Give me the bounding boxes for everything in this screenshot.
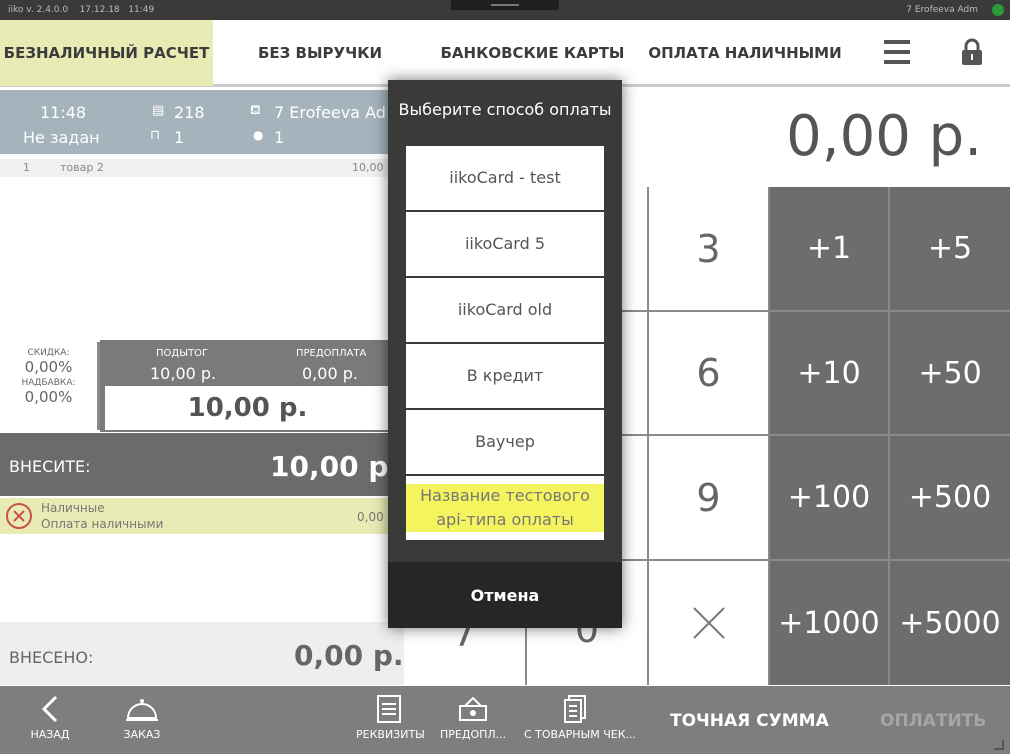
waiter-name: 7 Erofeeva Adm [274, 103, 386, 122]
subtotal-label: ПОДЫТОГ [156, 348, 209, 359]
requisites-button[interactable]: РЕКВИЗИТЫ [356, 694, 425, 741]
tab-no-revenue[interactable]: БЕЗ ВЫРУЧКИ [230, 20, 410, 86]
key-6[interactable]: 6 [649, 312, 768, 434]
prepay-label: ПРЕДОПЛАТА [296, 348, 367, 359]
table-number: 1 [174, 128, 185, 147]
lock-icon[interactable] [961, 38, 983, 66]
table-icon: ⊓ [150, 128, 161, 143]
list-item[interactable]: 1 товар 2 10,00 р. [0, 159, 397, 177]
payment-tabs: БЕЗНАЛИЧНЫЙ РАСЧЕТ БЕЗ ВЫРУЧКИ БАНКОВСКИ… [0, 20, 1010, 87]
amount-display: 0,00 р. [620, 88, 1010, 185]
due-amount: 10,00 р. [270, 450, 399, 483]
remove-payment-icon[interactable] [5, 502, 33, 530]
subtotal-value: 10,00 р. [150, 364, 217, 383]
status-bar: iiko v. 2.4.0.0 17.12.18 11:49 7 Erofeev… [0, 0, 1010, 20]
payment-option[interactable]: iikoCard 5 [406, 212, 604, 276]
key-plus-1000[interactable]: +1000 [770, 561, 888, 685]
discount-label: СКИДКА: [27, 348, 70, 358]
paid-label: ВНЕСЕНО: [9, 648, 94, 667]
key-plus-1[interactable]: +1 [770, 187, 888, 310]
pay-button[interactable]: ОПЛАТИТЬ [880, 711, 986, 731]
current-user: 7 Erofeeva Adm [906, 5, 978, 15]
order-button[interactable]: ЗАКАЗ [120, 694, 164, 741]
key-plus-500[interactable]: +500 [890, 436, 1010, 559]
dialog-title: Выберите способ оплаты [398, 100, 612, 119]
menu-icon[interactable] [884, 40, 910, 64]
order-total: 10,00 р. [105, 386, 390, 430]
cloche-icon [126, 699, 158, 721]
key-plus-50[interactable]: +50 [890, 312, 1010, 434]
exact-amount-button[interactable]: ТОЧНАЯ СУММА [670, 711, 829, 731]
connection-status-icon [992, 4, 1004, 16]
payment-option-label: Название тестового api-типа оплаты [406, 484, 604, 532]
receipt-icon [564, 695, 586, 723]
due-label: ВНЕСИТЕ: [9, 457, 91, 476]
document-icon [377, 695, 401, 723]
waiter-icon: ⛾ [250, 103, 261, 118]
key-plus-10[interactable]: +10 [770, 312, 888, 434]
prepay-button[interactable]: ПРЕДОПЛ... [440, 694, 506, 741]
discount-box[interactable]: СКИДКА: 0,00% НАДБАВКА: 0,00% [0, 342, 100, 430]
receipt-icon: ▤ [152, 103, 165, 118]
item-number: 1 [23, 161, 30, 174]
order-info-panel: 11:48 Не задан ▤ 218 ⊓ 1 ⛾ 7 Erofeeva Ad… [0, 90, 390, 154]
bottom-toolbar: НАЗАД ЗАКАЗ РЕКВИЗИТЫ ПРЕДОПЛ... С ТОВАР… [0, 686, 1010, 754]
key-3[interactable]: 3 [649, 187, 768, 310]
receipt-button[interactable]: С ТОВАРНЫМ ЧЕК... [524, 694, 636, 741]
app-version: iiko v. 2.4.0.0 17.12.18 11:49 [8, 5, 155, 15]
surcharge-value: 0,00% [24, 388, 73, 406]
key-plus-5000[interactable]: +5000 [890, 561, 1010, 685]
guests-count: 1 [274, 128, 285, 147]
back-button[interactable]: НАЗАД [28, 694, 72, 741]
clear-icon[interactable] [649, 561, 768, 685]
discount-value: 0,00% [24, 358, 73, 376]
customer-name: Не задан [23, 128, 100, 147]
order-number: 218 [174, 103, 205, 122]
payment-type: Наличные [41, 501, 105, 515]
chevron-left-icon [41, 695, 58, 723]
payment-option[interactable]: Ваучер [406, 410, 604, 474]
prepay-value: 0,00 р. [302, 364, 358, 383]
payment-option[interactable]: В кредит [406, 344, 604, 408]
guests-icon: ● [253, 128, 264, 142]
order-items-list: 1 товар 2 10,00 р. [0, 154, 397, 340]
cash-register-icon [459, 696, 487, 721]
key-plus-5[interactable]: +5 [890, 187, 1010, 310]
totals-panel: ПОДЫТОГ 10,00 р. ПРЕДОПЛАТА 0,00 р. 10,0… [100, 340, 390, 432]
key-9[interactable]: 9 [649, 436, 768, 559]
amount-due-row: ВНЕСИТЕ: 10,00 р. [0, 433, 399, 496]
payment-option-highlighted[interactable]: Название тестового api-типа оплаты [406, 476, 604, 540]
paid-amount: 0,00 р. [294, 639, 404, 672]
key-plus-100[interactable]: +100 [770, 436, 888, 559]
surcharge-label: НАДБАВКА: [21, 378, 76, 388]
tab-bank-cards[interactable]: БАНКОВСКИЕ КАРТЫ [430, 20, 635, 86]
window-handle[interactable] [451, 0, 559, 10]
payment-method-dialog: Выберите способ оплаты iikoCard - test i… [388, 80, 622, 628]
amount-paid-row: ВНЕСЕНО: 0,00 р. [0, 622, 404, 685]
payment-option[interactable]: iikoCard old [406, 278, 604, 342]
resize-icon [994, 740, 1004, 750]
payment-option[interactable]: iikoCard - test [406, 146, 604, 210]
payment-name: Оплата наличными [41, 517, 164, 531]
tab-cash[interactable]: ОПЛАТА НАЛИЧНЫМИ [645, 20, 845, 86]
payment-item[interactable]: Наличные Оплата наличными 0,00 р. [0, 498, 399, 534]
item-name: товар 2 [60, 161, 104, 174]
cancel-button[interactable]: Отмена [388, 562, 622, 628]
tab-cashless[interactable]: БЕЗНАЛИЧНЫЙ РАСЧЕТ [0, 20, 213, 86]
order-time: 11:48 [40, 103, 87, 122]
